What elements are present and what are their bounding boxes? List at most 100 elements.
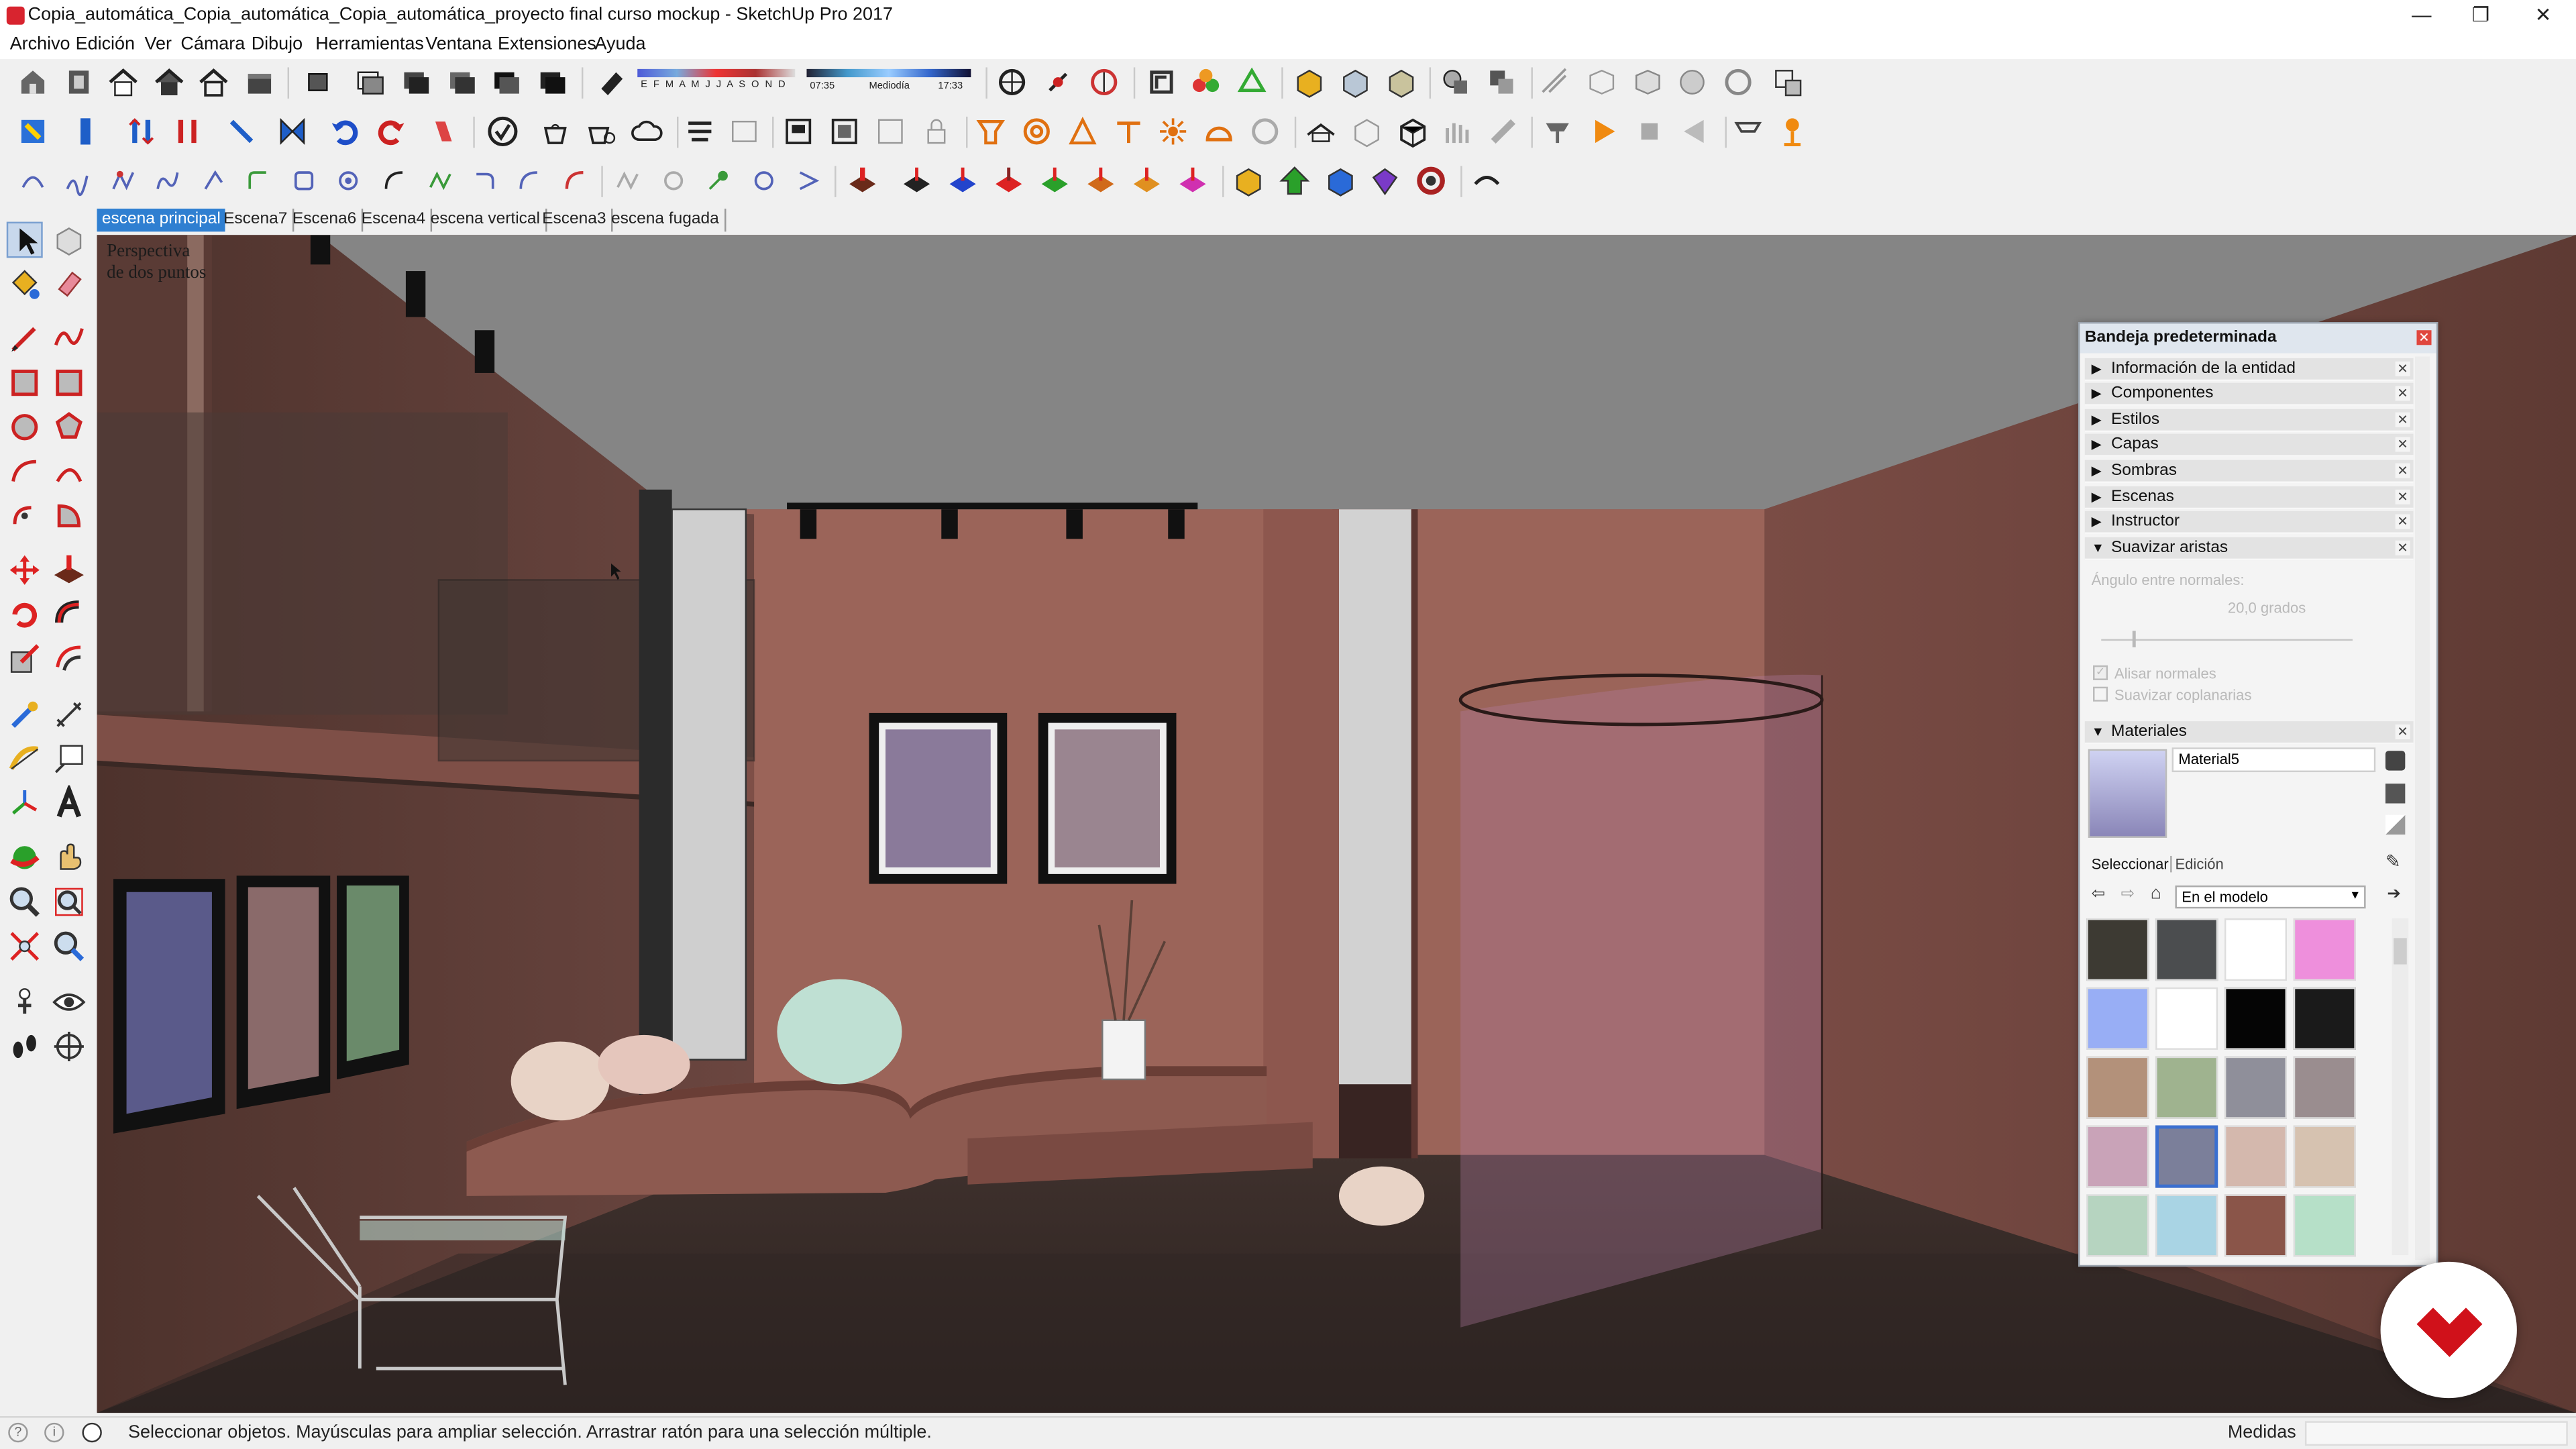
scale-tool-icon[interactable] bbox=[7, 641, 43, 677]
mesh-clipper-icon[interactable] bbox=[1487, 115, 1519, 148]
label-style-icon[interactable] bbox=[874, 115, 907, 148]
right-view-icon[interactable] bbox=[243, 66, 276, 99]
material-swatch[interactable] bbox=[2155, 1056, 2218, 1119]
credits-icon[interactable]: i bbox=[44, 1422, 64, 1443]
material-swatch[interactable] bbox=[2224, 987, 2288, 1050]
select-tool-icon[interactable] bbox=[6, 221, 43, 258]
panel-instructor[interactable]: ▶ Instructor ✕ bbox=[2084, 511, 2414, 534]
proxy-object-icon[interactable] bbox=[1397, 115, 1430, 148]
render-rewind-icon[interactable] bbox=[1679, 115, 1712, 148]
curve-tool-6-icon[interactable] bbox=[241, 164, 274, 197]
undo-icon[interactable] bbox=[329, 115, 362, 148]
minimize-button[interactable]: — bbox=[2392, 0, 2451, 33]
panel-shadows[interactable]: ▶ Sombras ✕ bbox=[2084, 460, 2414, 484]
material-swatch[interactable] bbox=[2293, 1056, 2356, 1119]
swatch-scrollbar-thumb[interactable] bbox=[2394, 938, 2407, 965]
3d-text-icon[interactable] bbox=[51, 785, 87, 822]
scene-tab-escena4[interactable]: Escena4 bbox=[356, 209, 432, 232]
flip-along-icon[interactable] bbox=[70, 115, 103, 148]
components-share-icon[interactable] bbox=[1236, 66, 1269, 99]
panel-materials[interactable]: ▼ Materiales ✕ bbox=[2084, 721, 2414, 745]
component-options-icon[interactable] bbox=[1339, 66, 1372, 99]
curve-tool-13-icon[interactable] bbox=[559, 164, 592, 197]
user-account-icon[interactable] bbox=[82, 1422, 102, 1443]
panel-entity-info[interactable]: ▶ Información de la entidad ✕ bbox=[2084, 358, 2414, 382]
curve-tool-2-icon[interactable] bbox=[61, 164, 94, 197]
top-view-icon[interactable] bbox=[153, 66, 186, 99]
smoove-icon[interactable] bbox=[1631, 66, 1664, 99]
previous-view-icon[interactable] bbox=[51, 928, 87, 965]
mirror-icon[interactable] bbox=[276, 115, 309, 148]
offset-tool-icon[interactable] bbox=[51, 641, 87, 677]
sample-paint-icon[interactable] bbox=[2385, 814, 2406, 835]
curve-tool-16-icon[interactable] bbox=[702, 164, 735, 197]
zoom-extents-icon[interactable] bbox=[7, 928, 43, 965]
panel-close-icon[interactable]: ✕ bbox=[2395, 386, 2410, 401]
close-button[interactable]: ✕ bbox=[2514, 0, 2573, 33]
panel-scenes[interactable]: ▶ Escenas ✕ bbox=[2084, 486, 2414, 510]
curve-tool-7-icon[interactable] bbox=[288, 164, 321, 197]
material-swatch[interactable] bbox=[2086, 1056, 2149, 1119]
push-amber-icon[interactable] bbox=[1130, 164, 1163, 197]
curve-tool-9-icon[interactable] bbox=[378, 164, 411, 197]
material-swatch[interactable] bbox=[2155, 987, 2218, 1050]
shape-purple-icon[interactable] bbox=[1368, 164, 1401, 197]
section-plane-tool-icon[interactable] bbox=[51, 1028, 87, 1065]
material-swatch[interactable] bbox=[2155, 918, 2218, 981]
details-arrow-icon[interactable]: ➔ bbox=[2387, 885, 2401, 904]
shadow-date-slider[interactable]: E F M A M J J A S O N D bbox=[637, 68, 796, 99]
soften-edges-icon[interactable] bbox=[1470, 164, 1503, 197]
line-tool-icon[interactable] bbox=[7, 321, 43, 357]
panel-components[interactable]: ▶ Componentes ✕ bbox=[2084, 382, 2414, 406]
tab-edit[interactable]: Edición bbox=[2170, 855, 2224, 873]
dome-light-icon[interactable] bbox=[1203, 115, 1236, 148]
home-icon[interactable]: ⌂ bbox=[2151, 884, 2161, 904]
circle-tool-icon[interactable] bbox=[7, 409, 43, 445]
shaded-textures-icon[interactable] bbox=[490, 66, 523, 99]
panel-soften-edges[interactable]: ▼ Suavizar aristas ✕ bbox=[2084, 537, 2414, 561]
panel-close-icon[interactable]: ✕ bbox=[2395, 514, 2410, 529]
push-red-icon[interactable] bbox=[846, 164, 879, 197]
tray-scrollbar[interactable] bbox=[2415, 356, 2430, 1260]
add-detail-icon[interactable] bbox=[1771, 66, 1804, 99]
polygon-tool-icon[interactable] bbox=[51, 409, 87, 445]
position-camera-icon[interactable] bbox=[7, 984, 43, 1020]
material-swatch[interactable] bbox=[2293, 1194, 2356, 1257]
sandbox-from-scratch-icon[interactable] bbox=[1585, 66, 1618, 99]
iso-view-icon[interactable] bbox=[107, 66, 140, 99]
extension-warehouse-icon[interactable] bbox=[62, 66, 95, 99]
panel-close-icon[interactable]: ✕ bbox=[2395, 437, 2410, 452]
3d-warehouse-share-icon[interactable] bbox=[1189, 66, 1222, 99]
look-around-icon[interactable] bbox=[51, 984, 87, 1020]
tray-close-icon[interactable]: ✕ bbox=[2416, 330, 2432, 345]
material-swatch[interactable] bbox=[2086, 987, 2149, 1050]
teapot-icon[interactable] bbox=[539, 115, 572, 148]
hidden-line-style-icon[interactable] bbox=[399, 66, 432, 99]
scene-tab-fugada[interactable]: escena fugada bbox=[606, 209, 726, 232]
freehand-tool-icon[interactable] bbox=[51, 321, 87, 357]
section-cuts-icon[interactable] bbox=[1087, 66, 1120, 99]
dimension-style-icon[interactable] bbox=[782, 115, 815, 148]
render-play-icon[interactable] bbox=[1587, 115, 1620, 148]
menu-ventana[interactable]: Ventana bbox=[425, 34, 492, 54]
zoom-tool-icon[interactable] bbox=[7, 884, 43, 920]
material-swatch[interactable] bbox=[2293, 1125, 2356, 1188]
tape-measure-icon[interactable] bbox=[7, 696, 43, 733]
push-green-icon[interactable] bbox=[1038, 164, 1071, 197]
box-object-icon[interactable] bbox=[1350, 115, 1383, 148]
scene-tab-escena3[interactable]: Escena3 bbox=[537, 209, 613, 232]
default-material-icon[interactable] bbox=[2385, 751, 2406, 771]
menu-herramientas[interactable]: Herramientas bbox=[315, 34, 424, 54]
ies-light-icon[interactable] bbox=[1112, 115, 1145, 148]
shadow-time-slider[interactable]: 07:35 Mediodía 17:33 bbox=[806, 68, 971, 99]
panel-styles[interactable]: ▶ Estilos ✕ bbox=[2084, 409, 2414, 433]
axes-tool-icon[interactable] bbox=[7, 786, 43, 822]
push-blue-icon[interactable] bbox=[947, 164, 979, 197]
restore-button[interactable]: ❐ bbox=[2451, 0, 2510, 33]
panel-close-icon[interactable]: ✕ bbox=[2395, 724, 2410, 740]
fur-icon[interactable] bbox=[1441, 115, 1474, 148]
back-arrow-icon[interactable]: ⇦ bbox=[2092, 885, 2106, 904]
panel-close-icon[interactable]: ✕ bbox=[2395, 540, 2410, 555]
scene-tab-escena6[interactable]: Escena6 bbox=[288, 209, 364, 232]
panel-layers[interactable]: ▶ Capas ✕ bbox=[2084, 433, 2414, 457]
